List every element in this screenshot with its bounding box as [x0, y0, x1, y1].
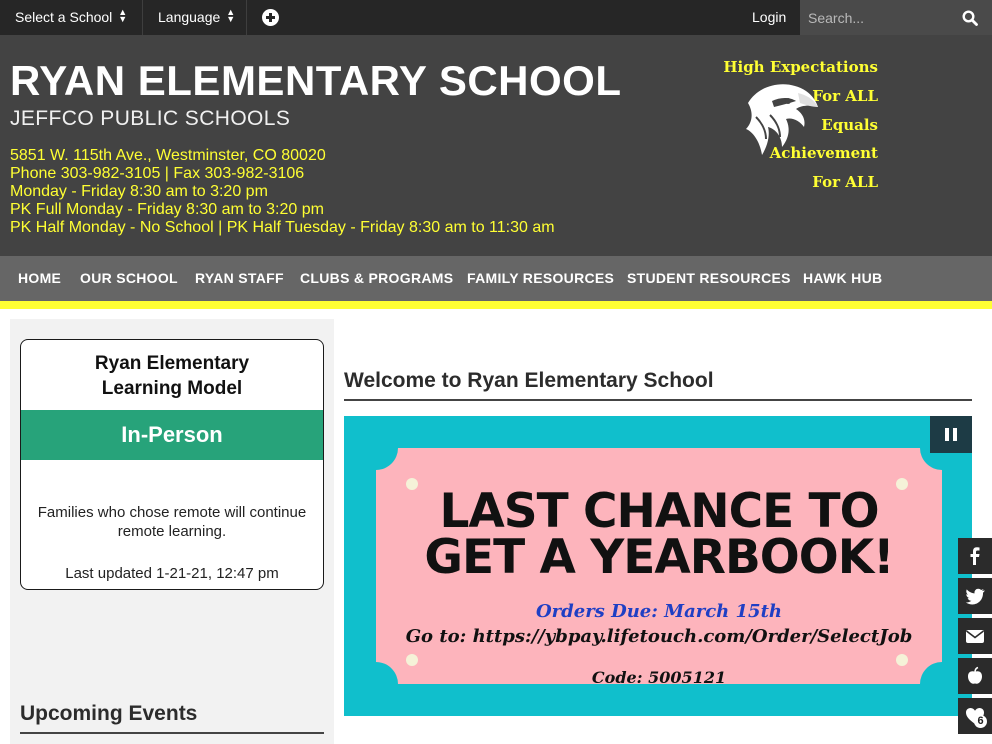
slide-url: Go to: https://ybpay.lifetouch.com/Order… — [405, 626, 913, 647]
divider — [142, 0, 143, 35]
learning-model-title: Ryan Elementary Learning Model — [21, 351, 323, 401]
learning-model-title-line: Ryan Elementary — [94, 353, 250, 374]
divider — [20, 732, 324, 734]
login-link[interactable]: Login — [752, 0, 786, 35]
facebook-icon — [970, 547, 980, 565]
pause-icon — [953, 428, 957, 441]
language-dropdown[interactable]: Language ▲ ▼ — [158, 0, 235, 35]
learning-model-title-line: Learning Model — [101, 378, 243, 399]
slide-orders-due: Orders Due: March 15th — [536, 601, 782, 622]
accent-bar — [0, 301, 992, 309]
select-school-label: Select a School — [15, 9, 113, 25]
pause-icon — [945, 428, 949, 441]
phone-line: Phone 303-982-3105 | Fax 303-982-3106 — [10, 165, 305, 182]
nav-our-school[interactable]: OUR SCHOOL — [80, 256, 178, 301]
language-label: Language — [158, 9, 221, 25]
updown-arrows-icon: ▲ ▼ — [118, 7, 128, 25]
divider — [246, 0, 247, 35]
search-input[interactable] — [808, 6, 956, 29]
apple-icon — [968, 666, 982, 684]
add-circle-icon[interactable] — [262, 9, 279, 26]
learning-model-updated: Last updated 1-21-21, 12:47 pm — [65, 565, 279, 582]
nav-clubs-programs[interactable]: CLUBS & PROGRAMS — [300, 256, 453, 301]
motto-line: Equals — [821, 116, 878, 134]
email-share-button[interactable] — [958, 618, 992, 654]
school-name[interactable]: RYAN ELEMENTARY SCHOOL — [10, 57, 622, 105]
search-icon[interactable] — [962, 10, 978, 26]
nav-home[interactable]: HOME — [18, 256, 61, 301]
motto-line: For ALL — [812, 173, 878, 191]
divider — [344, 399, 972, 401]
nav-hawk-hub[interactable]: HAWK HUB — [803, 256, 882, 301]
select-school-dropdown[interactable]: Select a School ▲ ▼ — [15, 0, 127, 35]
pk-half-hours-line: PK Half Monday - No School | PK Half Tue… — [10, 219, 555, 236]
main-navigation: HOME OUR SCHOOL RYAN STAFF CLUBS & PROGR… — [0, 256, 992, 301]
email-icon — [966, 630, 984, 643]
twitter-icon — [965, 588, 985, 605]
nav-family-resources[interactable]: FAMILY RESOURCES — [467, 256, 614, 301]
address-line: 5851 W. 115th Ave., Westminster, CO 8002… — [10, 147, 326, 164]
pk-full-hours-line: PK Full Monday - Friday 8:30 am to 3:20 … — [10, 201, 324, 218]
like-button[interactable]: 6 — [958, 698, 992, 734]
top-utility-bar: Select a School ▲ ▼ Language ▲ ▼ Login — [0, 0, 992, 35]
nav-ryan-staff[interactable]: RYAN STAFF — [195, 256, 284, 301]
hawk-logo[interactable] — [742, 77, 820, 163]
facebook-share-button[interactable] — [958, 538, 992, 574]
learning-model-card: Ryan Elementary Learning Model In-Person… — [20, 339, 324, 590]
learning-model-status: In-Person — [21, 410, 323, 460]
learning-model-note: Families who chose remote will continue … — [21, 503, 323, 541]
learning-model-note-line: Families who chose remote will continue — [37, 504, 307, 521]
welcome-heading: Welcome to Ryan Elementary School — [344, 369, 714, 392]
nav-student-resources[interactable]: STUDENT RESOURCES — [627, 256, 791, 301]
motto-line: For ALL — [812, 87, 878, 105]
district-name: JEFFCO PUBLIC SCHOOLS — [10, 107, 291, 130]
hours-line: Monday - Friday 8:30 am to 3:20 pm — [10, 183, 268, 200]
upcoming-events-heading: Upcoming Events — [20, 702, 198, 725]
slide-headline: GET A YEARBOOK! — [424, 530, 894, 585]
motto-line: High Expectations — [723, 58, 878, 76]
twitter-share-button[interactable] — [958, 578, 992, 614]
like-count: 6 — [974, 715, 987, 728]
apple-share-button[interactable] — [958, 658, 992, 694]
learning-model-note-line: remote learning. — [117, 523, 227, 540]
updown-arrows-icon: ▲ ▼ — [226, 7, 236, 25]
pause-button[interactable] — [930, 416, 972, 453]
slide-code: Code: 5005121 — [591, 668, 727, 687]
